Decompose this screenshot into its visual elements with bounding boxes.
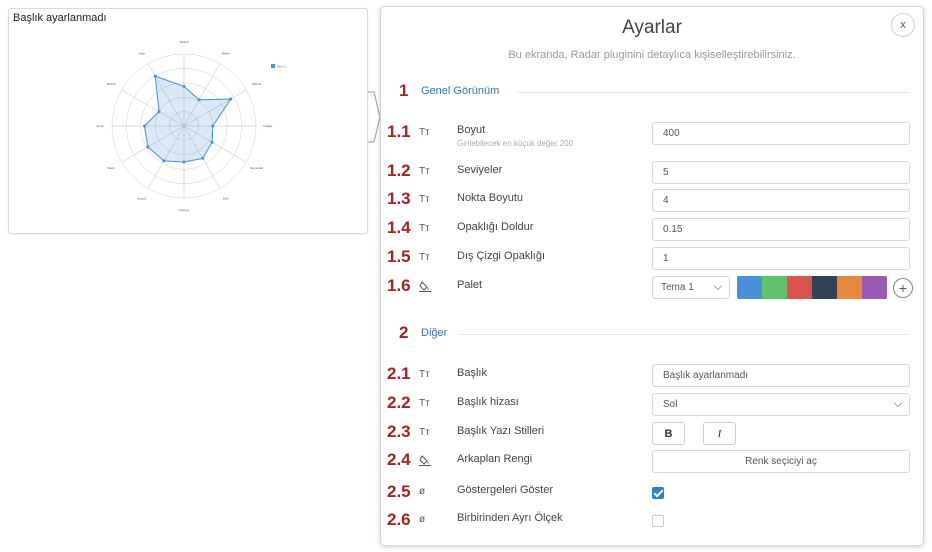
size-input[interactable]: 400 bbox=[652, 122, 910, 145]
axis-label: Nokta bbox=[107, 82, 116, 86]
axis-label: Boyut bbox=[138, 197, 148, 201]
text-type-icon: Tт bbox=[419, 252, 430, 263]
toggle-type-icon: ø bbox=[419, 514, 426, 525]
text-type-icon: Tт bbox=[419, 398, 430, 409]
axis-label: Başlık bbox=[180, 40, 189, 44]
palette-swatch[interactable] bbox=[837, 276, 862, 299]
axis-label: Renk bbox=[108, 166, 116, 170]
series-point bbox=[157, 110, 161, 114]
point-size-label: Nokta Boyutu bbox=[457, 192, 524, 204]
paint-bucket-icon bbox=[419, 281, 431, 292]
levels-label: Seviyeler bbox=[457, 164, 503, 176]
fill-opacity-label: Opaklığı Doldur bbox=[457, 221, 534, 233]
italic-button[interactable]: I bbox=[703, 422, 736, 445]
legend-label: Veri 1 bbox=[277, 65, 286, 69]
axis-label: Etki bbox=[223, 197, 229, 201]
background-color-label: Arkaplan Rengi bbox=[457, 453, 533, 465]
section-1-divider bbox=[517, 92, 909, 93]
title-align-value: Sol bbox=[663, 399, 678, 410]
axis-label: Seviye bbox=[179, 208, 189, 212]
legend-swatch bbox=[271, 64, 275, 68]
axis-label: Etiket bbox=[252, 82, 261, 86]
section-2-divider bbox=[459, 334, 909, 335]
close-button[interactable]: x bbox=[891, 13, 915, 37]
panel-subtitle: Bu ekranda, Radar pluginini detaylıca ki… bbox=[508, 49, 796, 61]
section-1-number: 1 bbox=[399, 81, 409, 100]
title-input[interactable]: Başlık ayarlanmadı bbox=[652, 364, 910, 387]
show-indicators-checkbox[interactable] bbox=[652, 487, 664, 499]
levels-input[interactable]: 5 bbox=[652, 161, 910, 184]
title-align-select[interactable]: Sol bbox=[652, 393, 910, 416]
settings-panel: Ayarlar Bu ekranda, Radar pluginini deta… bbox=[380, 6, 924, 546]
show-indicators-label: Göstergeleri Göster bbox=[457, 484, 553, 496]
series-point bbox=[211, 124, 215, 128]
size-label: Boyut bbox=[457, 124, 486, 136]
section-2-title: Diğer bbox=[421, 327, 448, 339]
text-type-icon: Tт bbox=[419, 369, 430, 380]
toggle-type-icon: ø bbox=[419, 486, 426, 497]
series-point bbox=[162, 159, 166, 163]
palette-swatch[interactable] bbox=[737, 276, 762, 299]
section-1-title: Genel Görünüm bbox=[421, 85, 500, 97]
series-point bbox=[142, 124, 146, 128]
title-align-label: Başlık hizası bbox=[457, 396, 519, 408]
series-point bbox=[197, 98, 201, 102]
title-label: Başlık bbox=[457, 367, 487, 379]
axis-label: Seçenek bbox=[250, 166, 263, 170]
stroke-opacity-label: Dış Çizgi Opaklığı bbox=[457, 250, 546, 262]
series-point bbox=[153, 74, 157, 78]
axis-label: Alan bbox=[139, 51, 146, 55]
axis-label: Metin bbox=[222, 51, 230, 55]
theme-select[interactable]: Tema 1 bbox=[652, 276, 730, 299]
series-area bbox=[143, 75, 232, 163]
palette-swatch[interactable] bbox=[787, 276, 812, 299]
palette-swatches[interactable] bbox=[737, 276, 887, 299]
theme-select-value: Tema 1 bbox=[661, 282, 694, 293]
chevron-down-icon bbox=[713, 281, 723, 291]
text-type-icon: Tт bbox=[419, 194, 430, 205]
palette-label: Palet bbox=[457, 279, 483, 291]
stroke-opacity-input[interactable]: 1 bbox=[652, 247, 910, 270]
series-point bbox=[201, 156, 205, 160]
text-type-icon: Tт bbox=[419, 223, 430, 234]
text-type-icon: Tт bbox=[419, 166, 430, 177]
axis-label: Değer bbox=[263, 124, 273, 128]
palette-swatch[interactable] bbox=[812, 276, 837, 299]
series-point bbox=[182, 160, 186, 164]
series-point bbox=[210, 140, 214, 144]
open-color-picker-button[interactable]: Renk seçiciyi aç bbox=[652, 450, 910, 473]
title-font-styles-label: Başlık Yazı Stilleri bbox=[457, 425, 545, 437]
point-size-input[interactable]: 4 bbox=[652, 189, 910, 212]
series-point bbox=[146, 145, 150, 149]
text-type-icon: Tт bbox=[419, 427, 430, 438]
paint-bucket-icon bbox=[419, 455, 431, 466]
palette-swatch[interactable] bbox=[862, 276, 887, 299]
series-point bbox=[229, 97, 233, 101]
size-hint: Girilebilecek en küçük değer 200 bbox=[457, 139, 574, 148]
bold-button[interactable]: B bbox=[652, 422, 685, 445]
chevron-down-icon bbox=[893, 398, 903, 408]
add-color-button[interactable]: + bbox=[893, 278, 913, 298]
text-type-icon: Tт bbox=[419, 127, 430, 138]
axis-label: Çizgi bbox=[96, 124, 103, 128]
independent-scale-checkbox[interactable] bbox=[652, 515, 664, 527]
chart-preview: Başlık ayarlanmadı Başlık Metin Etiket Değe… bbox=[8, 8, 368, 234]
series-point bbox=[182, 84, 186, 88]
independent-scale-label: Birbirinden Ayrı Ölçek bbox=[457, 512, 563, 524]
section-2-number: 2 bbox=[399, 323, 409, 342]
radar-chart: Başlık Metin Etiket Değer Seçenek Etki Seviye B… bbox=[96, 40, 286, 212]
palette-swatch[interactable] bbox=[762, 276, 787, 299]
panel-title: Ayarlar bbox=[622, 17, 682, 38]
fill-opacity-input[interactable]: 0.15 bbox=[652, 218, 910, 241]
